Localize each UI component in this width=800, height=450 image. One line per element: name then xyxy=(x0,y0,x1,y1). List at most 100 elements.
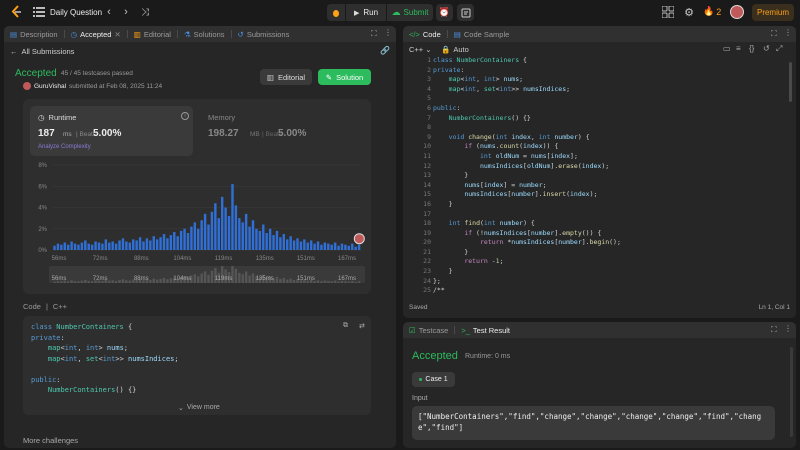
timer-button[interactable]: ⏰ xyxy=(436,4,453,21)
chart-bar xyxy=(186,233,190,250)
case-label: Case 1 xyxy=(425,376,448,383)
chart-bar xyxy=(234,205,238,250)
solution-button[interactable]: ✎ Solution xyxy=(318,69,371,85)
tab-test-result[interactable]: >_ Test Result xyxy=(455,322,516,338)
play-icon: ▶ xyxy=(353,9,360,17)
more-challenges[interactable]: More challenges xyxy=(23,436,78,445)
case-1-tab[interactable]: Case 1 xyxy=(412,372,455,387)
chart-bar xyxy=(340,243,344,250)
close-icon[interactable]: ✕ xyxy=(114,30,120,39)
line-number: 20 xyxy=(423,238,431,247)
overview-bar xyxy=(197,276,200,283)
prev-problem-icon[interactable]: ‹ xyxy=(104,6,114,18)
run-button[interactable]: ▶ Run xyxy=(346,4,386,21)
chart-bar xyxy=(224,207,227,250)
tab-description[interactable]: ▤ Description xyxy=(4,26,64,42)
wrap-icon[interactable]: ⇄ xyxy=(359,322,365,330)
author-row: GuruVishal submitted at Feb 08, 2025 11:… xyxy=(23,82,162,90)
runtime-distribution-chart[interactable]: 8% 6% 4% 2% 0% 56ms 72ms 88ms 104ms 119ms 135ms 151… xyxy=(23,159,371,292)
submit-button[interactable]: ☁ Submit xyxy=(387,4,433,21)
more-icon[interactable]: ⋮ xyxy=(784,324,792,333)
overview-tick-label: 88ms xyxy=(134,276,149,282)
tab-submissions[interactable]: ↺ Submissions xyxy=(232,26,296,42)
code-line: private: xyxy=(433,65,465,74)
chart-bar xyxy=(231,184,234,250)
tab-solutions[interactable]: ⚗ Solutions xyxy=(178,26,231,42)
fire-icon: 🔥 xyxy=(703,6,715,16)
y-tick-label: 8% xyxy=(38,163,47,169)
overview-bar xyxy=(111,280,114,283)
more-icon[interactable]: ⋮ xyxy=(784,28,792,37)
overview-bar xyxy=(292,279,296,283)
line-number: 6 xyxy=(427,103,431,112)
overview-bar xyxy=(125,280,128,283)
shuffle-icon[interactable]: ⤨ xyxy=(139,6,151,18)
expand-icon[interactable]: ⤢ xyxy=(776,44,782,54)
chart-bar xyxy=(104,239,108,250)
overview-bar xyxy=(162,277,166,283)
maximize-icon[interactable]: ⛶ xyxy=(371,29,377,39)
view-more-button[interactable]: ⌄ View more xyxy=(178,404,220,412)
bookmark-icon[interactable]: ▭ xyxy=(723,44,731,53)
runtime-box[interactable]: ◷ Runtime i 187 ms | Beats 5.00% Analyze… xyxy=(30,106,193,156)
next-problem-icon[interactable]: › xyxy=(121,6,131,18)
overview-bar xyxy=(77,281,80,283)
reset-icon[interactable]: ↺ xyxy=(763,44,770,53)
line-number: 21 xyxy=(423,247,431,256)
problem-list-icon[interactable] xyxy=(33,7,45,17)
code-scrollbar[interactable] xyxy=(789,62,792,102)
tab-code[interactable]: </> Code xyxy=(403,26,447,42)
test-scrollbar[interactable] xyxy=(790,347,793,437)
maximize-icon[interactable]: ⛶ xyxy=(771,29,777,39)
avatar[interactable] xyxy=(23,82,31,90)
copy-icon[interactable]: ⧉ xyxy=(343,322,348,330)
leetcode-logo-icon[interactable] xyxy=(10,5,24,19)
notes-button[interactable] xyxy=(457,4,474,21)
code-line: numsIndices[number].insert(index); xyxy=(464,190,598,199)
braces-icon[interactable]: {} xyxy=(749,44,754,53)
overview-bar xyxy=(159,278,162,283)
chart-bar xyxy=(306,242,309,250)
overview-bar xyxy=(166,279,169,283)
view-more-label: View more xyxy=(186,404,220,411)
chart-bar xyxy=(238,218,241,250)
back-to-submissions[interactable]: ← All Submissions xyxy=(10,47,74,56)
chart-bar xyxy=(162,234,166,250)
debug-button[interactable] xyxy=(327,4,345,21)
code-line: } xyxy=(433,267,453,276)
auto-mode[interactable]: 🔒 Auto xyxy=(441,45,469,54)
user-avatar[interactable] xyxy=(730,5,744,19)
analyze-complexity-link[interactable]: Analyze Complexity xyxy=(38,144,91,150)
chart-bar xyxy=(272,235,275,250)
tab-code-sample[interactable]: ▤ Code Sample xyxy=(448,26,516,42)
overview-bar xyxy=(155,279,159,283)
chart-bar xyxy=(244,213,248,250)
tab-accepted[interactable]: ◷ Accepted ✕ xyxy=(65,26,127,42)
chart-bar xyxy=(251,220,255,250)
tab-testcase[interactable]: ☑ Testcase xyxy=(403,322,454,338)
code-editor[interactable]: class NumberContainers {private: map<int… xyxy=(433,56,621,296)
editorial-button[interactable]: ▥ Editorial xyxy=(260,69,312,85)
line-number: 9 xyxy=(427,132,431,141)
link-icon[interactable]: 🔗 xyxy=(380,46,390,56)
more-icon[interactable]: ⋮ xyxy=(384,28,392,37)
tab-editorial[interactable]: ▥ Editorial xyxy=(128,26,177,42)
cloud-upload-icon: ☁ xyxy=(391,7,401,17)
daily-question-title[interactable]: Daily Question xyxy=(50,8,102,17)
premium-button[interactable]: Premium xyxy=(752,4,794,21)
chart-bar xyxy=(132,239,135,250)
format-icon[interactable]: ≡ xyxy=(736,44,741,53)
author-name[interactable]: GuruVishal xyxy=(34,83,66,90)
apps-grid-icon[interactable] xyxy=(662,6,674,18)
streak-counter[interactable]: 🔥 2 xyxy=(703,6,721,17)
gear-icon[interactable]: ⚙ xyxy=(682,5,696,19)
maximize-icon[interactable]: ⛶ xyxy=(771,325,777,335)
solution-label: Solution xyxy=(336,72,364,82)
chart-bar xyxy=(241,222,244,250)
info-icon[interactable]: i xyxy=(181,112,189,120)
terminal-icon: >_ xyxy=(461,325,470,335)
chart-bar xyxy=(176,236,179,250)
chart-bar xyxy=(152,236,155,250)
overview-bar xyxy=(251,273,255,283)
language-select[interactable]: C++ ⌄ xyxy=(409,45,432,54)
